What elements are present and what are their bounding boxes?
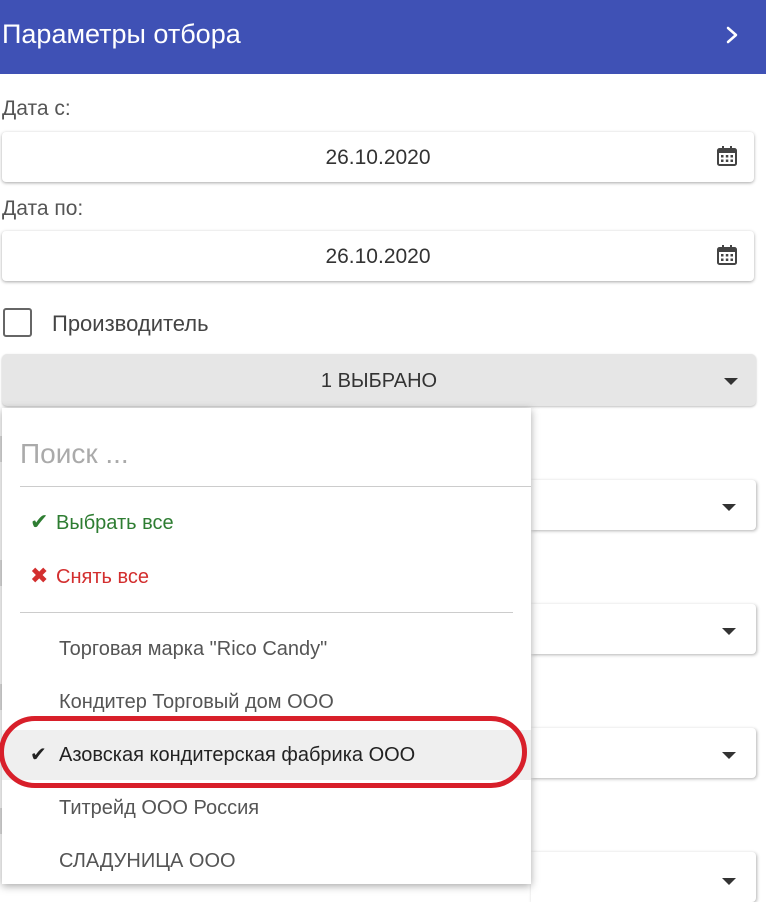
- option-label: Азовская кондитерская фабрика ООО: [59, 744, 416, 766]
- deselect-all-button[interactable]: ✖ Снять все: [30, 563, 149, 590]
- date-from-field[interactable]: 26.10.2020: [2, 132, 754, 182]
- calendar-icon[interactable]: [716, 145, 738, 167]
- check-icon: ✔: [30, 509, 49, 534]
- date-to-value: 26.10.2020: [325, 245, 431, 268]
- manufacturer-checkbox[interactable]: [3, 308, 32, 337]
- hidden-select-2[interactable]: [531, 604, 756, 654]
- manufacturer-select-value: 1 ВЫБРАНО: [320, 370, 438, 392]
- date-to-label: Дата по:: [2, 197, 84, 220]
- manufacturer-dropdown: ✔ Выбрать все ✖ Снять все Торговая марка "…: [2, 408, 531, 884]
- search-input[interactable]: [20, 436, 500, 472]
- option-item[interactable]: Титрейд ООО Россия: [2, 783, 531, 833]
- option-label: Титрейд ООО Россия: [59, 797, 260, 819]
- check-icon: ✔: [30, 744, 47, 766]
- cross-icon: ✖: [30, 563, 49, 588]
- select-all-label: Выбрать все: [56, 512, 174, 534]
- hidden-select-4[interactable]: [531, 852, 756, 902]
- option-item[interactable]: СЛАДУНИЦА ООО: [2, 836, 531, 886]
- date-to-field[interactable]: 26.10.2020: [2, 231, 754, 281]
- option-label: Кондитер Торговый дом ООО: [59, 691, 334, 713]
- caret-down-icon: [722, 752, 736, 759]
- app-header: Параметры отбора: [0, 0, 766, 74]
- caret-down-icon: [722, 628, 736, 635]
- option-item-selected[interactable]: ✔ Азовская кондитерская фабрика ООО: [2, 730, 531, 780]
- date-from-label: Дата с:: [2, 97, 71, 120]
- option-label: СЛАДУНИЦА ООО: [59, 850, 236, 872]
- option-item[interactable]: Торговая марка "Rico Candy": [2, 624, 531, 674]
- deselect-all-label: Снять все: [56, 566, 149, 588]
- option-item[interactable]: Кондитер Торговый дом ООО: [2, 677, 531, 727]
- calendar-icon[interactable]: [716, 244, 738, 266]
- manufacturer-select[interactable]: 1 ВЫБРАНО: [2, 354, 756, 406]
- option-label: Торговая марка "Rico Candy": [59, 638, 328, 660]
- chevron-right-icon[interactable]: [718, 20, 746, 50]
- caret-down-icon: [722, 504, 736, 511]
- hidden-select-3[interactable]: [531, 728, 756, 778]
- hidden-select-1[interactable]: [531, 480, 756, 530]
- caret-down-icon: [724, 378, 738, 385]
- manufacturer-checkbox-label[interactable]: Производитель: [52, 311, 209, 337]
- search-underline: [20, 486, 531, 487]
- select-all-button[interactable]: ✔ Выбрать все: [30, 509, 174, 536]
- page-title: Параметры отбора: [2, 19, 241, 49]
- date-from-value: 26.10.2020: [325, 146, 431, 169]
- divider: [20, 612, 513, 613]
